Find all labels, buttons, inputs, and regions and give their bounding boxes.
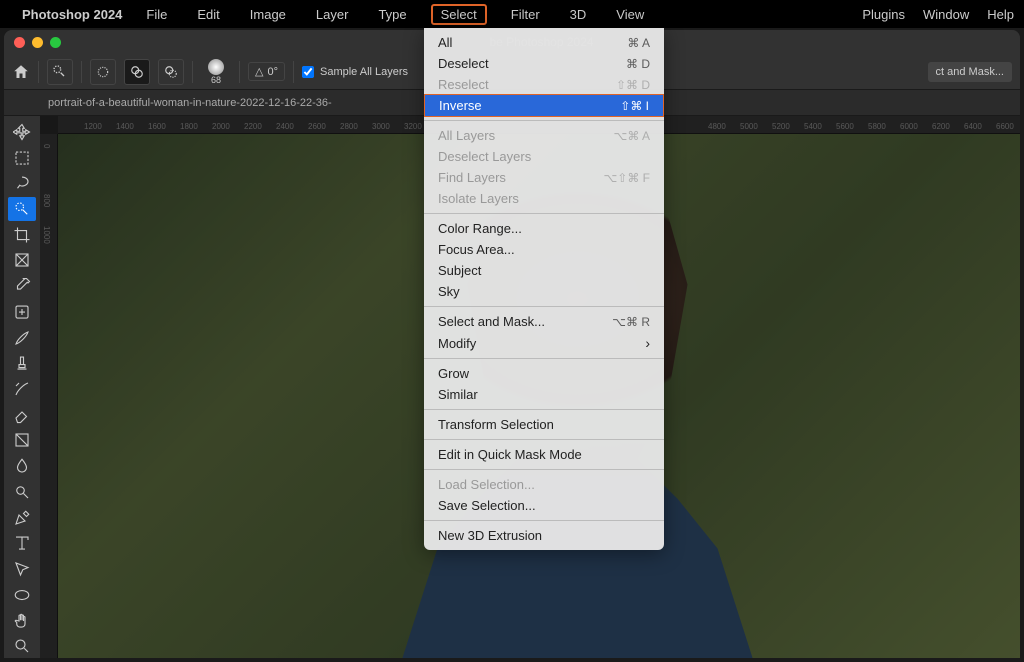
menu-edit[interactable]: Edit — [191, 4, 225, 25]
tool-brush[interactable] — [8, 326, 36, 350]
menu-item-transform-selection[interactable]: Transform Selection — [424, 414, 664, 435]
menu-layer[interactable]: Layer — [310, 4, 355, 25]
menu-item-select-and-mask-[interactable]: Select and Mask...⌥⌘ R — [424, 311, 664, 332]
menu-divider — [424, 213, 664, 214]
home-icon[interactable] — [12, 63, 30, 81]
sample-all-layers-checkbox[interactable]: Sample All Layers — [302, 66, 408, 78]
tools-panel — [4, 116, 40, 658]
new-selection-mode[interactable] — [90, 59, 116, 85]
tool-pen[interactable] — [8, 506, 36, 530]
select-menu-dropdown: All⌘ ADeselect⌘ DReselect⇧⌘ DInverse⇧⌘ I… — [424, 28, 664, 550]
menu-item-reselect: Reselect⇧⌘ D — [424, 74, 664, 95]
menu-divider — [424, 120, 664, 121]
tool-eyedropper[interactable] — [8, 274, 36, 298]
app-name[interactable]: Photoshop 2024 — [22, 7, 122, 22]
menu-item-modify[interactable]: Modify — [424, 332, 664, 354]
menu-image[interactable]: Image — [244, 4, 292, 25]
menu-item-grow[interactable]: Grow — [424, 363, 664, 384]
menu-item-save-selection-[interactable]: Save Selection... — [424, 495, 664, 516]
menu-item-subject[interactable]: Subject — [424, 260, 664, 281]
menu-item-sky[interactable]: Sky — [424, 281, 664, 302]
menu-type[interactable]: Type — [372, 4, 412, 25]
tool-zoom[interactable] — [8, 634, 36, 658]
menu-item-find-layers: Find Layers⌥⇧⌘ F — [424, 167, 664, 188]
menu-divider — [424, 520, 664, 521]
menu-item-similar[interactable]: Similar — [424, 384, 664, 405]
add-selection-mode[interactable] — [124, 59, 150, 85]
tool-hand[interactable] — [8, 609, 36, 633]
minimize-window-icon[interactable] — [32, 37, 43, 48]
tool-preset-picker[interactable] — [47, 59, 73, 85]
document-tab[interactable]: portrait-of-a-beautiful-woman-in-nature-… — [48, 97, 332, 109]
menu-divider — [424, 358, 664, 359]
menu-select[interactable]: Select — [431, 4, 487, 25]
brush-preset-picker[interactable]: 68 — [201, 57, 231, 87]
maximize-window-icon[interactable] — [50, 37, 61, 48]
window-traffic-lights — [14, 37, 61, 48]
menu-3d[interactable]: 3D — [564, 4, 593, 25]
close-window-icon[interactable] — [14, 37, 25, 48]
select-and-mask-button[interactable]: ct and Mask... — [928, 62, 1012, 82]
tool-dodge[interactable] — [8, 480, 36, 504]
menu-item-deselect-layers: Deselect Layers — [424, 146, 664, 167]
subtract-selection-mode[interactable] — [158, 59, 184, 85]
menu-item-inverse[interactable]: Inverse⇧⌘ I — [424, 94, 664, 117]
menu-file[interactable]: File — [140, 4, 173, 25]
menu-item-all[interactable]: All⌘ A — [424, 32, 664, 53]
menu-item-deselect[interactable]: Deselect⌘ D — [424, 53, 664, 74]
menu-window[interactable]: Window — [923, 7, 969, 22]
menu-item-load-selection-: Load Selection... — [424, 474, 664, 495]
menu-item-edit-in-quick-mask-mode[interactable]: Edit in Quick Mask Mode — [424, 444, 664, 465]
menu-item-focus-area-[interactable]: Focus Area... — [424, 239, 664, 260]
menu-divider — [424, 306, 664, 307]
menu-item-isolate-layers: Isolate Layers — [424, 188, 664, 209]
tool-marquee[interactable] — [8, 146, 36, 170]
tool-history-brush[interactable] — [8, 377, 36, 401]
tool-healing[interactable] — [8, 300, 36, 324]
menu-divider — [424, 439, 664, 440]
menu-item-new-3d-extrusion[interactable]: New 3D Extrusion — [424, 525, 664, 546]
menu-help[interactable]: Help — [987, 7, 1014, 22]
menu-item-color-range-[interactable]: Color Range... — [424, 218, 664, 239]
tool-blur[interactable] — [8, 454, 36, 478]
macos-menubar: Photoshop 2024 File Edit Image Layer Type Sel… — [0, 0, 1024, 28]
menu-divider — [424, 409, 664, 410]
tool-eraser[interactable] — [8, 403, 36, 427]
tool-lasso[interactable] — [8, 171, 36, 195]
tool-move[interactable] — [8, 120, 36, 144]
brush-angle-input[interactable]: △ 0° — [248, 62, 285, 81]
tool-ellipse[interactable] — [8, 583, 36, 607]
tool-quick-select[interactable] — [8, 197, 36, 221]
tool-crop[interactable] — [8, 223, 36, 247]
menu-view[interactable]: View — [610, 4, 650, 25]
menu-filter[interactable]: Filter — [505, 4, 546, 25]
menu-item-all-layers: All Layers⌥⌘ A — [424, 125, 664, 146]
tool-frame[interactable] — [8, 249, 36, 273]
tool-gradient[interactable] — [8, 429, 36, 453]
tool-type[interactable] — [8, 532, 36, 556]
tool-stamp[interactable] — [8, 351, 36, 375]
tool-path-select[interactable] — [8, 557, 36, 581]
menu-divider — [424, 469, 664, 470]
menu-plugins[interactable]: Plugins — [862, 7, 905, 22]
